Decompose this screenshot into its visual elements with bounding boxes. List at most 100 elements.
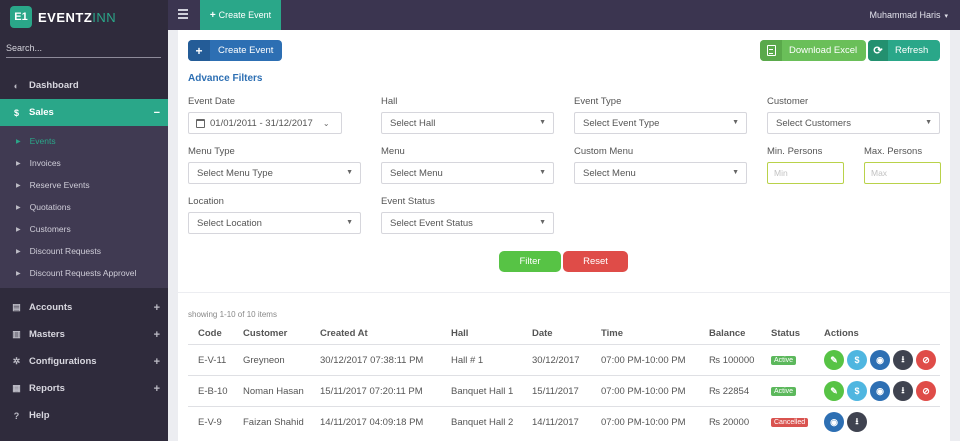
cell-time: 07:00 PM-10:00 PM bbox=[601, 416, 686, 428]
view-icon[interactable]: ◉ bbox=[824, 412, 844, 432]
menu-type-select-value: Select Menu Type bbox=[197, 167, 273, 179]
sidebar-item-label: Accounts bbox=[29, 302, 73, 313]
sidebar-item-sales[interactable]: $ Sales − bbox=[0, 99, 168, 126]
cell-actions: ✎ $ ◉ ⭳ ⊘ bbox=[824, 345, 939, 375]
divider bbox=[178, 292, 950, 293]
sidebar-item-help[interactable]: ? Help bbox=[0, 402, 168, 429]
question-icon: ? bbox=[13, 410, 20, 421]
menu-type-select[interactable]: Select Menu Type ▼ bbox=[188, 162, 361, 184]
expand-icon[interactable]: + bbox=[154, 383, 160, 395]
caret-right-icon: ▶ bbox=[16, 248, 21, 255]
advance-filters-title[interactable]: Advance Filters bbox=[188, 73, 262, 84]
sidebar-subitem-customers[interactable]: ▶ Customers bbox=[0, 218, 168, 240]
cancel-icon[interactable]: ⊘ bbox=[916, 350, 936, 370]
caret-down-icon: ▼ bbox=[732, 119, 739, 126]
view-icon[interactable]: ◉ bbox=[870, 350, 890, 370]
create-event-button[interactable]: + Create Event bbox=[188, 40, 282, 61]
custom-menu-label: Custom Menu bbox=[574, 146, 634, 157]
topbar-create-event-tab[interactable]: + Create Event bbox=[200, 0, 281, 30]
sidebar-item-label: Reports bbox=[29, 383, 65, 394]
logo-name: EVENTZINN bbox=[38, 9, 117, 25]
view-icon[interactable]: ◉ bbox=[870, 381, 890, 401]
sidebar-item-reports[interactable]: ▦ Reports + bbox=[0, 375, 168, 402]
menu-select[interactable]: Select Menu ▼ bbox=[381, 162, 554, 184]
download-icon[interactable]: ⭳ bbox=[893, 350, 913, 370]
sidebar-item-label: Dashboard bbox=[29, 80, 79, 91]
sidebar-item-label: Sales bbox=[29, 107, 54, 118]
chevron-down-icon: ▾ bbox=[944, 13, 948, 20]
sidebar-subitem-reserve-events[interactable]: ▶ Reserve Events bbox=[0, 174, 168, 196]
expand-icon[interactable]: + bbox=[154, 329, 160, 341]
custom-menu-select-value: Select Menu bbox=[583, 167, 636, 179]
refresh-button[interactable]: ⟳ Refresh bbox=[868, 40, 940, 61]
sidebar-item-label: Help bbox=[29, 410, 50, 421]
location-select[interactable]: Select Location ▼ bbox=[188, 212, 361, 234]
calendar-icon bbox=[196, 118, 205, 128]
sidebar-search-input[interactable] bbox=[6, 38, 161, 58]
sidebar-subitem-invoices[interactable]: ▶ Invoices bbox=[0, 152, 168, 174]
event-type-select[interactable]: Select Event Type ▼ bbox=[574, 112, 747, 134]
caret-down-icon: ▼ bbox=[539, 169, 546, 176]
download-excel-button[interactable]: Download Excel bbox=[760, 40, 866, 61]
cell-time: 07:00 PM-10:00 PM bbox=[601, 385, 686, 397]
sidebar-subitem-quotations[interactable]: ▶ Quotations bbox=[0, 196, 168, 218]
cell-code: E-B-10 bbox=[198, 385, 228, 397]
sidebar-item-configurations[interactable]: ✲ Configurations + bbox=[0, 348, 168, 375]
sales-submenu: ▶ Events ▶ Invoices ▶ Reserve Events ▶ Quota… bbox=[0, 126, 168, 288]
reset-button[interactable]: Reset bbox=[563, 251, 628, 272]
report-icon: ▦ bbox=[12, 383, 21, 393]
edit-icon[interactable]: ✎ bbox=[824, 381, 844, 401]
customer-select[interactable]: Select Customers ▼ bbox=[767, 112, 940, 134]
event-status-select-value: Select Event Status bbox=[390, 217, 473, 229]
user-menu[interactable]: Muhammad Haris ▾ bbox=[869, 10, 948, 20]
sidebar-item-label: Configurations bbox=[29, 356, 97, 367]
hall-select-value: Select Hall bbox=[390, 117, 436, 129]
min-persons-input[interactable] bbox=[767, 162, 844, 184]
cell-created-at: 14/11/2017 04:09:18 PM bbox=[320, 416, 424, 428]
expand-icon[interactable]: + bbox=[154, 302, 160, 314]
caret-down-icon: ▼ bbox=[346, 219, 353, 226]
cell-hall: Banquet Hall 1 bbox=[451, 385, 514, 397]
cell-hall: Hall # 1 bbox=[451, 354, 484, 366]
menu-label: Menu bbox=[381, 146, 405, 157]
payment-icon[interactable]: $ bbox=[847, 350, 867, 370]
max-persons-input[interactable] bbox=[864, 162, 941, 184]
custom-menu-select[interactable]: Select Menu ▼ bbox=[574, 162, 747, 184]
max-persons-label: Max. Persons bbox=[864, 146, 923, 157]
caret-right-icon: ▶ bbox=[16, 138, 21, 145]
cell-balance: ₨ 20000 bbox=[709, 416, 750, 428]
event-date-range-picker[interactable]: 01/01/2011 - 31/12/2017 ⌄ bbox=[188, 112, 342, 134]
cell-code: E-V-9 bbox=[198, 416, 222, 428]
customer-label: Customer bbox=[767, 96, 809, 107]
event-type-label: Event Type bbox=[574, 96, 622, 107]
sidebar-subitem-discount-requests[interactable]: ▶ Discount Requests bbox=[0, 240, 168, 262]
caret-right-icon: ▶ bbox=[16, 270, 21, 277]
cell-created-at: 15/11/2017 07:20:11 PM bbox=[320, 385, 423, 397]
sidebar-item-masters[interactable]: ▥ Masters + bbox=[0, 321, 168, 348]
payment-icon[interactable]: $ bbox=[847, 381, 867, 401]
topbar: + Create Event Muhammad Haris ▾ bbox=[168, 0, 960, 30]
menu-select-value: Select Menu bbox=[390, 167, 443, 179]
logo[interactable]: E1 EVENTZINN bbox=[10, 6, 116, 28]
cancel-icon[interactable]: ⊘ bbox=[916, 381, 936, 401]
sidebar-subitem-discount-requests-approvel[interactable]: ▶ Discount Requests Approvel bbox=[0, 262, 168, 284]
hamburger-menu-icon[interactable] bbox=[178, 9, 188, 19]
sidebar-subitem-events[interactable]: ▶ Events bbox=[0, 130, 168, 152]
download-icon[interactable]: ⭳ bbox=[893, 381, 913, 401]
customer-select-value: Select Customers bbox=[776, 117, 851, 129]
collapse-icon[interactable]: − bbox=[154, 107, 160, 119]
hall-select[interactable]: Select Hall ▼ bbox=[381, 112, 554, 134]
expand-icon[interactable]: + bbox=[154, 356, 160, 368]
status-badge: Cancelled bbox=[771, 417, 809, 427]
download-icon[interactable]: ⭳ bbox=[847, 412, 867, 432]
sidebar-item-dashboard[interactable]: ◐ Dashboard bbox=[0, 72, 168, 99]
event-status-select[interactable]: Select Event Status ▼ bbox=[381, 212, 554, 234]
cell-date: 15/11/2017 bbox=[532, 385, 579, 397]
sidebar-item-accounts[interactable]: ▤ Accounts + bbox=[0, 294, 168, 321]
filter-button[interactable]: Filter bbox=[499, 251, 561, 272]
edit-icon[interactable]: ✎ bbox=[824, 350, 844, 370]
caret-right-icon: ▶ bbox=[16, 226, 21, 233]
menu-type-label: Menu Type bbox=[188, 146, 235, 157]
cell-customer: Noman Hasan bbox=[243, 385, 304, 397]
hall-label: Hall bbox=[381, 96, 398, 107]
